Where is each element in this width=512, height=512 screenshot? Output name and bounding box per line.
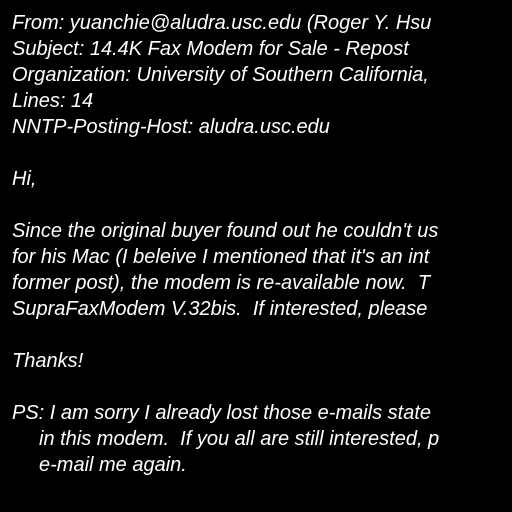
body-line: for his Mac (I beleive I mentioned that … (12, 246, 430, 268)
greeting-text: Hi, (12, 168, 37, 190)
email-greeting: Hi, (12, 166, 512, 192)
ps-line: PS: I am sorry I already lost those e-ma… (12, 402, 432, 424)
email-body: Since the original buyer found out he co… (12, 218, 512, 322)
body-line: SupraFaxModem V.32bis. If interested, pl… (12, 298, 428, 320)
header-lines: Lines: 14 (12, 90, 94, 112)
email-message: From: yuanchie@aludra.usc.edu (Roger Y. … (0, 0, 512, 512)
thanks-text: Thanks! (12, 350, 84, 372)
ps-line: e-mail me again. (39, 454, 187, 476)
header-organization: Organization: University of Southern Cal… (12, 64, 429, 86)
email-headers: From: yuanchie@aludra.usc.edu (Roger Y. … (12, 10, 512, 140)
email-postscript: PS: I am sorry I already lost those e-ma… (12, 400, 512, 478)
ps-line: in this modem. If you all are still inte… (39, 428, 440, 450)
header-nntp-posting-host: NNTP-Posting-Host: aludra.usc.edu (12, 116, 330, 138)
header-subject: Subject: 14.4K Fax Modem for Sale - Repo… (12, 38, 409, 60)
header-from: From: yuanchie@aludra.usc.edu (Roger Y. … (12, 12, 432, 34)
email-signoff: Thanks! (12, 348, 512, 374)
body-line: former post), the modem is re-available … (12, 272, 430, 294)
body-line: Since the original buyer found out he co… (12, 220, 439, 242)
